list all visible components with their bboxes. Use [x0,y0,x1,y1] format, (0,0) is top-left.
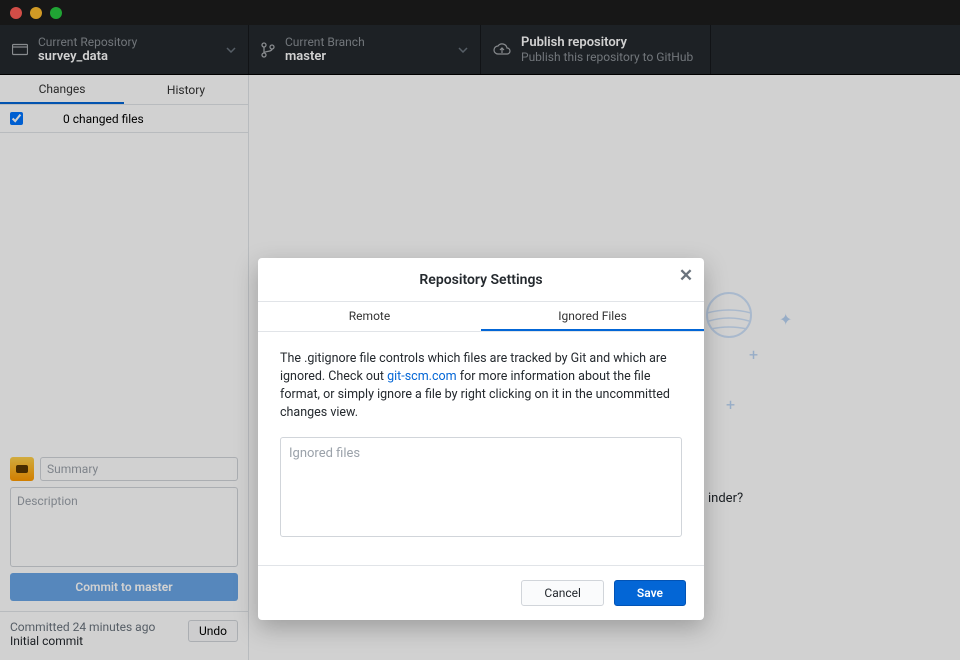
save-button[interactable]: Save [614,580,686,606]
modal-title: Repository Settings [419,272,542,288]
tab-ignored-files[interactable]: Ignored Files [481,302,704,331]
close-icon[interactable]: ✕ [676,266,696,286]
ignored-files-textarea[interactable] [280,437,682,537]
modal-body: The .gitignore file controls which files… [258,332,704,565]
tab-remote[interactable]: Remote [258,302,481,331]
modal-tabs: Remote Ignored Files [258,302,704,332]
repository-settings-modal: Repository Settings ✕ Remote Ignored Fil… [258,258,704,620]
cancel-button[interactable]: Cancel [521,580,604,606]
modal-footer: Cancel Save [258,565,704,620]
modal-header: Repository Settings ✕ [258,258,704,302]
git-scm-link[interactable]: git-scm.com [387,369,457,384]
